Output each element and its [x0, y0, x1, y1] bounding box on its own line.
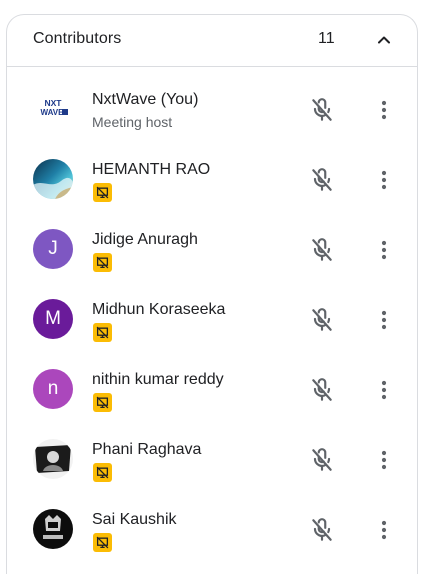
presentation-off-icon [96, 186, 109, 199]
mic-off-icon [312, 238, 332, 261]
participant-role: Meeting host [92, 114, 173, 130]
participant-name: NxtWave (You) [92, 91, 199, 108]
mic-toggle-button[interactable] [307, 305, 337, 335]
svg-text:NXT: NXT [45, 98, 63, 108]
participant-row[interactable]: Sai Kaushik [7, 487, 417, 557]
mic-off-icon [312, 168, 332, 191]
more-vert-icon [381, 380, 387, 400]
mic-off-icon [312, 518, 332, 541]
mic-toggle-button[interactable] [307, 165, 337, 195]
avatar-initial: J [48, 238, 58, 259]
avatar: J [33, 229, 73, 269]
more-vert-icon [381, 240, 387, 260]
avatar [33, 509, 73, 549]
more-options-button[interactable] [369, 305, 399, 335]
contributors-panel: Contributors 11 NXT WAVE NxtWave (You) Meet… [6, 14, 418, 574]
avatar: n [33, 369, 73, 409]
more-vert-icon [381, 170, 387, 190]
more-vert-icon [381, 310, 387, 330]
participant-name: Phani Raghava [92, 441, 202, 458]
presentation-badge [93, 253, 112, 272]
more-vert-icon [381, 520, 387, 540]
presentation-badge [93, 323, 112, 342]
mic-off-icon [312, 378, 332, 401]
panel-title: Contributors [33, 30, 122, 47]
presentation-badge [93, 183, 112, 202]
participant-name: nithin kumar reddy [92, 371, 224, 388]
presentation-badge [93, 393, 112, 412]
profile-photo [33, 159, 73, 199]
presentation-badge [93, 463, 112, 482]
participant-name: HEMANTH RAO [92, 161, 211, 178]
participant-row[interactable]: NXT WAVE NxtWave (You) Meeting host [7, 67, 417, 137]
participant-name: Midhun Koraseeka [92, 301, 226, 318]
mic-toggle-button[interactable] [307, 95, 337, 125]
profile-photo [33, 439, 73, 479]
more-options-button[interactable] [369, 95, 399, 125]
participant-name: Jidige Anuragh [92, 231, 198, 248]
collapse-button[interactable] [367, 23, 401, 57]
profile-photo [33, 509, 73, 549]
more-options-button[interactable] [369, 515, 399, 545]
participant-row[interactable]: Phani Raghava [7, 417, 417, 487]
presentation-badge [93, 533, 112, 552]
more-options-button[interactable] [369, 235, 399, 265]
mic-toggle-button[interactable] [307, 515, 337, 545]
avatar-initial: n [47, 378, 59, 399]
presentation-off-icon [96, 466, 109, 479]
mic-off-icon [312, 308, 332, 331]
participant-row[interactable]: M Midhun Koraseeka [7, 277, 417, 347]
participant-row[interactable]: J Jidige Anuragh [7, 207, 417, 277]
avatar-initial: M [45, 308, 61, 329]
nxtwave-logo: NXTWAVE [33, 89, 73, 129]
more-options-button[interactable] [369, 445, 399, 475]
chevron-up-icon [378, 36, 390, 44]
presentation-off-icon [96, 326, 109, 339]
participant-name: Sai Kaushik [92, 511, 177, 528]
contributor-count: 11 [318, 30, 335, 47]
more-options-button[interactable] [369, 375, 399, 405]
participant-row[interactable]: n nithin kumar reddy [7, 347, 417, 417]
presentation-off-icon [96, 396, 109, 409]
participant-row[interactable]: HEMANTH RAO [7, 137, 417, 207]
presentation-off-icon [96, 536, 109, 549]
mic-toggle-button[interactable] [307, 445, 337, 475]
avatar [33, 439, 73, 479]
panel-header[interactable]: Contributors 11 [7, 15, 417, 67]
mic-off-icon [312, 448, 332, 471]
svg-text:WAVE: WAVE [41, 108, 65, 117]
more-vert-icon [381, 450, 387, 470]
presentation-off-icon [96, 256, 109, 269]
more-options-button[interactable] [369, 165, 399, 195]
mic-off-icon [312, 98, 332, 121]
more-vert-icon [381, 100, 387, 120]
avatar: M [33, 299, 73, 339]
mic-toggle-button[interactable] [307, 235, 337, 265]
mic-toggle-button[interactable] [307, 375, 337, 405]
avatar: NXT WAVE [33, 89, 73, 129]
avatar [33, 159, 73, 199]
